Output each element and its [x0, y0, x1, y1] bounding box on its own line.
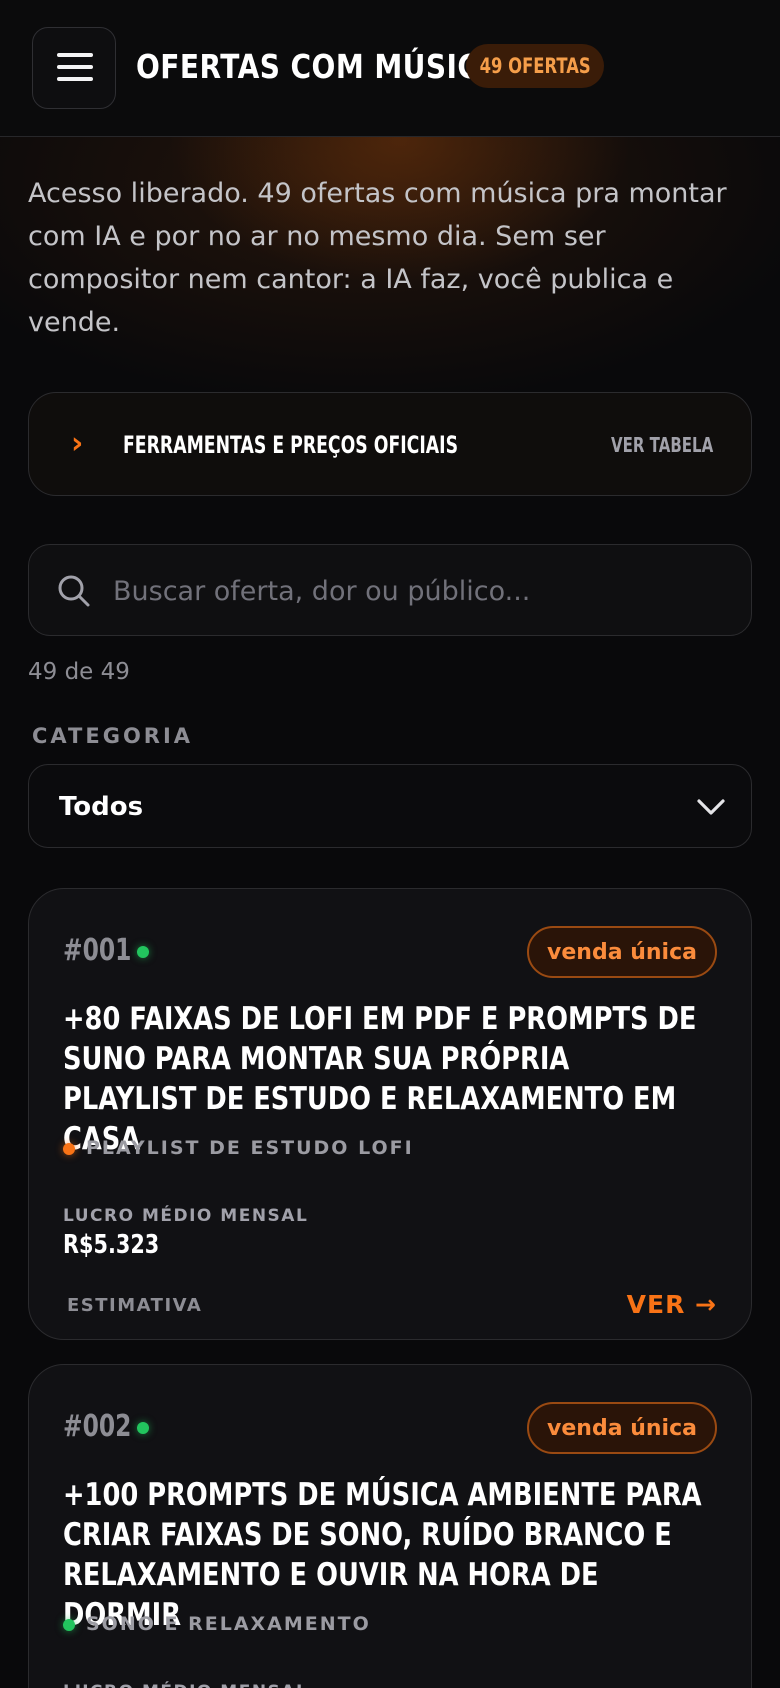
offer-card[interactable]: #002 venda única +100 prompts de música …	[28, 1364, 752, 1688]
offers-count-badge: 49 OFERTAS	[466, 44, 604, 88]
search-icon	[58, 575, 90, 607]
search-box[interactable]	[28, 544, 752, 636]
menu-button[interactable]	[32, 27, 116, 109]
estimate-label: ESTIMATIVA	[67, 1295, 203, 1316]
tools-prices-card[interactable]: › FERRAMENTAS E PREÇOS OFICIAIS VER TABE…	[28, 392, 752, 496]
category-dot	[63, 1143, 75, 1155]
top-header: OFERTAS COM MÚSICA 49 OFERTAS	[0, 0, 780, 137]
active-status-dot	[137, 946, 149, 958]
category-selected-value: Todos	[59, 792, 144, 822]
hamburger-icon-line	[57, 77, 93, 81]
sale-type-badge: venda única	[527, 926, 717, 978]
page-title: OFERTAS COM MÚSICA	[136, 47, 501, 86]
offer-category: PLAYLIST DE ESTUDO LOFI	[86, 1137, 414, 1159]
category-label: CATEGORIA	[32, 724, 194, 748]
offer-number: #001	[63, 933, 132, 968]
profit-value: R$5.323	[63, 1230, 160, 1260]
active-status-dot	[137, 1422, 149, 1434]
category-dot	[63, 1619, 75, 1631]
hamburger-icon	[57, 53, 93, 57]
category-select[interactable]: Todos	[28, 764, 752, 848]
profit-label: LUCRO MÉDIO MENSAL	[63, 1679, 308, 1688]
chevron-down-icon	[697, 799, 725, 815]
result-count: 49 de 49	[28, 659, 130, 685]
offer-card[interactable]: #001 venda única +80 faixas de lofi em P…	[28, 888, 752, 1340]
offer-number: #002	[63, 1409, 132, 1444]
profit-label: LUCRO MÉDIO MENSAL	[63, 1206, 309, 1226]
offers-count-text: 49 OFERTAS	[479, 54, 591, 78]
view-table-link[interactable]: VER TABELA	[611, 427, 713, 463]
sale-type-badge: venda única	[527, 1402, 717, 1454]
search-input[interactable]	[113, 565, 713, 617]
intro-text: Acesso liberado. 49 ofertas com música p…	[28, 178, 727, 338]
chevron-right-icon: ›	[71, 426, 84, 461]
page: OFERTAS COM MÚSICA 49 OFERTAS Acesso lib…	[0, 0, 780, 1688]
hamburger-icon-line	[57, 65, 93, 69]
tools-prices-label: FERRAMENTAS E PREÇOS OFICIAIS	[123, 431, 459, 459]
view-offer-link[interactable]: VER →	[627, 1287, 717, 1323]
offer-category: SONO E RELAXAMENTO	[86, 1613, 371, 1635]
